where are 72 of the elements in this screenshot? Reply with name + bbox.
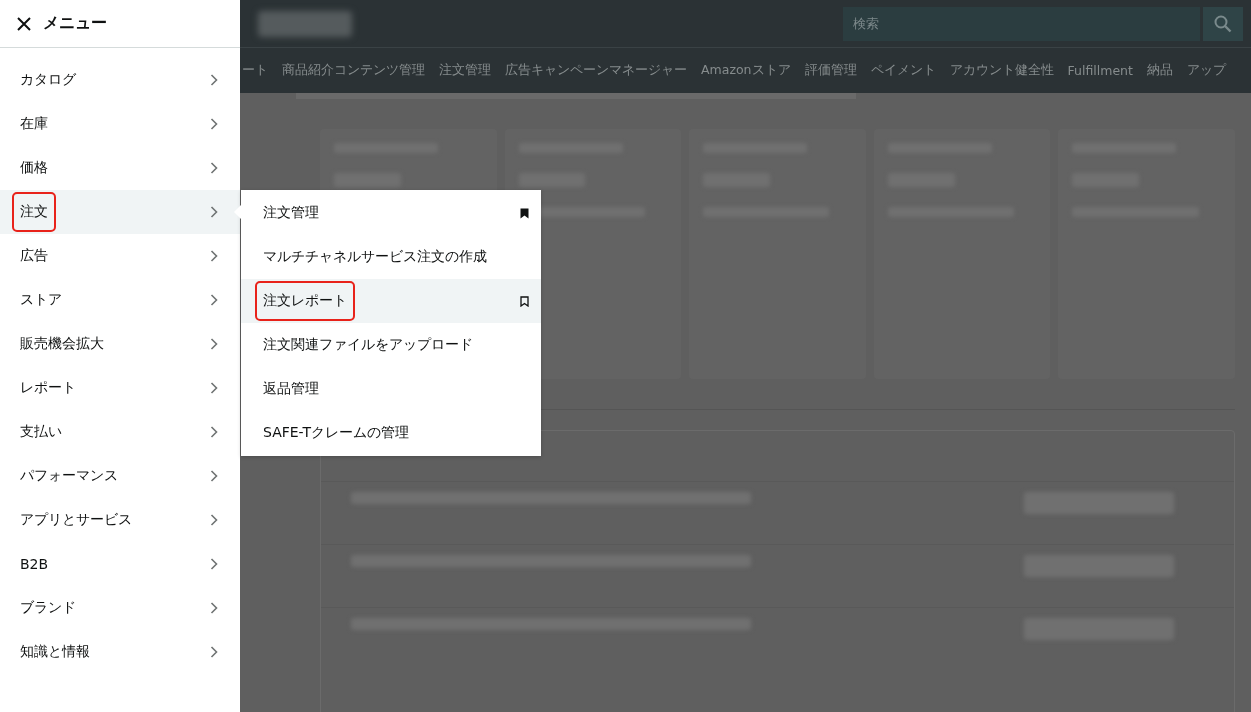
submenu-item[interactable]: 注文関連ファイルをアップロード bbox=[241, 323, 541, 367]
chevron-right-icon bbox=[210, 118, 218, 130]
menu-item[interactable]: アプリとサービス bbox=[0, 498, 240, 542]
submenu-item-label: 注文関連ファイルをアップロード bbox=[262, 335, 474, 354]
menu-title: メニュー bbox=[43, 13, 107, 34]
menu-item-label: B2B bbox=[19, 555, 50, 574]
menu-item-label: レポート bbox=[19, 378, 77, 397]
bookmark-outline-icon[interactable] bbox=[520, 295, 529, 307]
menu-item-label: 知識と情報 bbox=[19, 642, 91, 661]
menu-item[interactable]: 在庫 bbox=[0, 102, 240, 146]
submenu-item-label: 注文レポート bbox=[255, 281, 355, 321]
nav-link[interactable]: ート bbox=[242, 62, 268, 79]
menu-item-label: カタログ bbox=[19, 70, 77, 89]
chevron-right-icon bbox=[210, 294, 218, 306]
nav-link[interactable]: Amazonストア bbox=[701, 62, 791, 79]
menu-item-label: 注文 bbox=[12, 192, 56, 232]
nav-link[interactable]: 評価管理 bbox=[804, 62, 857, 79]
submenu-item[interactable]: SAFE-Tクレームの管理 bbox=[241, 411, 541, 455]
menu-item[interactable]: 支払い bbox=[0, 410, 240, 454]
search-field[interactable]: 検索 bbox=[843, 6, 1200, 41]
menu-item-label: 販売機会拡大 bbox=[19, 334, 105, 353]
chevron-right-icon bbox=[210, 514, 218, 526]
submenu-item[interactable]: マルチチャネルサービス注文の作成 bbox=[241, 235, 541, 279]
chevron-right-icon bbox=[210, 338, 218, 350]
chevron-right-icon bbox=[210, 250, 218, 262]
nav-link[interactable]: Fulfillment bbox=[1067, 63, 1133, 78]
nav-link[interactable]: アップ bbox=[1186, 62, 1226, 79]
menu-item-label: アプリとサービス bbox=[19, 510, 133, 529]
nav-link[interactable]: 注文管理 bbox=[439, 62, 491, 79]
menu-item[interactable]: レポート bbox=[0, 366, 240, 410]
menu-item[interactable]: B2B bbox=[0, 542, 240, 586]
menu-item-label: 広告 bbox=[19, 246, 49, 265]
menu-item[interactable]: ストア bbox=[0, 278, 240, 322]
menu-item-label: ストア bbox=[19, 290, 63, 309]
menu-item-label: ブランド bbox=[19, 598, 77, 617]
submenu-item-label: 返品管理 bbox=[262, 379, 320, 398]
chevron-right-icon bbox=[210, 426, 218, 438]
menu-item[interactable]: カタログ bbox=[0, 58, 240, 102]
menu-item[interactable]: 価格 bbox=[0, 146, 240, 190]
nav-link[interactable]: アカウント健全性 bbox=[949, 62, 1054, 79]
close-icon[interactable] bbox=[17, 16, 31, 31]
menu-item-label: 支払い bbox=[19, 422, 63, 441]
chevron-right-icon bbox=[210, 74, 218, 86]
menu-item-label: 価格 bbox=[19, 158, 49, 177]
submenu-item[interactable]: 返品管理 bbox=[241, 367, 541, 411]
menu-item-label: パフォーマンス bbox=[19, 466, 119, 485]
menu-item-label: 在庫 bbox=[19, 114, 49, 133]
bookmark-icon[interactable] bbox=[520, 207, 529, 219]
menu-item[interactable]: 広告 bbox=[0, 234, 240, 278]
chevron-right-icon bbox=[210, 206, 218, 218]
submenu-item-label: マルチチャネルサービス注文の作成 bbox=[262, 247, 488, 266]
submenu-item[interactable]: 注文管理 bbox=[241, 191, 541, 235]
nav-link[interactable]: ペイメント bbox=[870, 62, 936, 79]
chevron-right-icon bbox=[210, 382, 218, 394]
search-button[interactable] bbox=[1203, 6, 1243, 41]
chevron-right-icon bbox=[210, 558, 218, 570]
chevron-right-icon bbox=[210, 162, 218, 174]
nav-link[interactable]: 納品 bbox=[1146, 62, 1173, 79]
chevron-right-icon bbox=[210, 602, 218, 614]
chevron-right-icon bbox=[210, 470, 218, 482]
submenu-item[interactable]: 注文レポート bbox=[241, 279, 541, 323]
menu-item[interactable]: 注文 bbox=[0, 190, 240, 234]
search-icon bbox=[1214, 14, 1232, 33]
menu-item[interactable]: 知識と情報 bbox=[0, 630, 240, 674]
submenu-item-label: 注文管理 bbox=[262, 203, 320, 222]
nav-link[interactable]: 広告キャンペーンマネージャー bbox=[505, 62, 687, 79]
menu-item[interactable]: 販売機会拡大 bbox=[0, 322, 240, 366]
nav-link[interactable]: 商品紹介コンテンツ管理 bbox=[282, 62, 425, 79]
submenu-item-label: SAFE-Tクレームの管理 bbox=[262, 423, 410, 442]
menu-item[interactable]: ブランド bbox=[0, 586, 240, 630]
chevron-right-icon bbox=[210, 646, 218, 658]
menu-item[interactable]: パフォーマンス bbox=[0, 454, 240, 498]
